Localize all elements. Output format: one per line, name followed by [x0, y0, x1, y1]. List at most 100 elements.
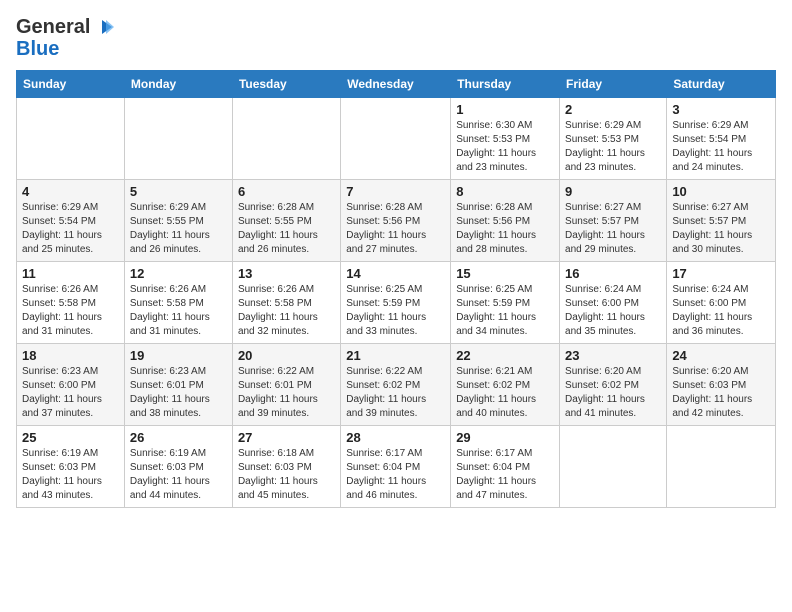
- cell-info: Sunrise: 6:24 AM Sunset: 6:00 PM Dayligh…: [565, 283, 661, 339]
- calendar-cell: 9Sunrise: 6:27 AM Sunset: 5:57 PM Daylig…: [560, 180, 667, 262]
- cell-info: Sunrise: 6:26 AM Sunset: 5:58 PM Dayligh…: [238, 283, 335, 339]
- cell-info: Sunrise: 6:17 AM Sunset: 6:04 PM Dayligh…: [346, 447, 445, 503]
- calendar-cell: [17, 98, 125, 180]
- day-number: 28: [346, 430, 445, 445]
- cell-info: Sunrise: 6:25 AM Sunset: 5:59 PM Dayligh…: [456, 283, 554, 339]
- cell-info: Sunrise: 6:23 AM Sunset: 6:00 PM Dayligh…: [22, 365, 119, 421]
- day-number: 25: [22, 430, 119, 445]
- cell-info: Sunrise: 6:28 AM Sunset: 5:56 PM Dayligh…: [456, 201, 554, 257]
- calendar-cell: 6 Sunrise: 6:28 AM Sunset: 5:55 PM Daylig…: [232, 180, 340, 262]
- day-number: 10: [672, 184, 770, 199]
- calendar-cell: 1 Sunrise: 6:30 AM Sunset: 5:53 PM Daylig…: [451, 98, 560, 180]
- day-number: 5: [130, 184, 227, 199]
- logo-container: General Blue: [16, 16, 114, 60]
- calendar-cell: 18 Sunrise: 6:23 AM Sunset: 6:00 PM Dayli…: [17, 344, 125, 426]
- logo-bird-icon: [92, 16, 114, 38]
- cell-info: Sunrise: 6:24 AM Sunset: 6:00 PM Dayligh…: [672, 283, 770, 339]
- cell-info: Sunrise: 6:29 AM Sunset: 5:55 PM Dayligh…: [130, 201, 227, 257]
- day-number: 3: [672, 102, 770, 117]
- cell-info: Sunrise: 6:17 AM Sunset: 6:04 PM Dayligh…: [456, 447, 554, 503]
- col-header-saturday: Saturday: [667, 71, 776, 98]
- day-number: 8: [456, 184, 554, 199]
- calendar-cell: 22 Sunrise: 6:21 AM Sunset: 6:02 PM Dayli…: [451, 344, 560, 426]
- calendar-cell: 24Sunrise: 6:20 AM Sunset: 6:03 PM Dayli…: [667, 344, 776, 426]
- day-number: 2: [565, 102, 661, 117]
- calendar-cell: 11 Sunrise: 6:26 AM Sunset: 5:58 PM Dayli…: [17, 262, 125, 344]
- calendar-cell: 3 Sunrise: 6:29 AM Sunset: 5:54 PM Daylig…: [667, 98, 776, 180]
- day-number: 1: [456, 102, 554, 117]
- calendar-cell: 28 Sunrise: 6:17 AM Sunset: 6:04 PM Dayli…: [341, 426, 451, 508]
- calendar-cell: [560, 426, 667, 508]
- day-number: 19: [130, 348, 227, 363]
- week-row-3: 11 Sunrise: 6:26 AM Sunset: 5:58 PM Dayli…: [17, 262, 776, 344]
- day-number: 20: [238, 348, 335, 363]
- day-number: 4: [22, 184, 119, 199]
- col-header-tuesday: Tuesday: [232, 71, 340, 98]
- day-number: 21: [346, 348, 445, 363]
- day-number: 16: [565, 266, 661, 281]
- day-number: 7: [346, 184, 445, 199]
- day-number: 14: [346, 266, 445, 281]
- day-number: 18: [22, 348, 119, 363]
- cell-info: Sunrise: 6:22 AM Sunset: 6:01 PM Dayligh…: [238, 365, 335, 421]
- calendar-cell: 27 Sunrise: 6:18 AM Sunset: 6:03 PM Dayli…: [232, 426, 340, 508]
- cell-info: Sunrise: 6:27 AM Sunset: 5:57 PM Dayligh…: [672, 201, 770, 257]
- calendar-cell: 16 Sunrise: 6:24 AM Sunset: 6:00 PM Dayli…: [560, 262, 667, 344]
- calendar-cell: 26Sunrise: 6:19 AM Sunset: 6:03 PM Dayli…: [124, 426, 232, 508]
- week-row-5: 25 Sunrise: 6:19 AM Sunset: 6:03 PM Dayli…: [17, 426, 776, 508]
- logo-text-general: General: [16, 16, 90, 38]
- cell-info: Sunrise: 6:18 AM Sunset: 6:03 PM Dayligh…: [238, 447, 335, 503]
- week-row-2: 4 Sunrise: 6:29 AM Sunset: 5:54 PM Daylig…: [17, 180, 776, 262]
- logo: General Blue: [16, 16, 114, 60]
- day-number: 22: [456, 348, 554, 363]
- cell-info: Sunrise: 6:19 AM Sunset: 6:03 PM Dayligh…: [22, 447, 119, 503]
- calendar-body: 1 Sunrise: 6:30 AM Sunset: 5:53 PM Daylig…: [17, 98, 776, 508]
- day-number: 13: [238, 266, 335, 281]
- logo-text-blue: Blue: [16, 38, 59, 60]
- col-header-sunday: Sunday: [17, 71, 125, 98]
- calendar-cell: 14 Sunrise: 6:25 AM Sunset: 5:59 PM Dayli…: [341, 262, 451, 344]
- calendar-cell: 19 Sunrise: 6:23 AM Sunset: 6:01 PM Dayli…: [124, 344, 232, 426]
- calendar-cell: [341, 98, 451, 180]
- calendar-cell: 25 Sunrise: 6:19 AM Sunset: 6:03 PM Dayli…: [17, 426, 125, 508]
- calendar-cell: 12Sunrise: 6:26 AM Sunset: 5:58 PM Dayli…: [124, 262, 232, 344]
- cell-info: Sunrise: 6:30 AM Sunset: 5:53 PM Dayligh…: [456, 119, 554, 175]
- day-number: 17: [672, 266, 770, 281]
- calendar-cell: [232, 98, 340, 180]
- col-header-thursday: Thursday: [451, 71, 560, 98]
- day-number: 23: [565, 348, 661, 363]
- calendar-cell: 4 Sunrise: 6:29 AM Sunset: 5:54 PM Daylig…: [17, 180, 125, 262]
- day-number: 27: [238, 430, 335, 445]
- calendar-cell: 15 Sunrise: 6:25 AM Sunset: 5:59 PM Dayli…: [451, 262, 560, 344]
- cell-info: Sunrise: 6:29 AM Sunset: 5:54 PM Dayligh…: [672, 119, 770, 175]
- col-header-wednesday: Wednesday: [341, 71, 451, 98]
- week-row-4: 18 Sunrise: 6:23 AM Sunset: 6:00 PM Dayli…: [17, 344, 776, 426]
- cell-info: Sunrise: 6:28 AM Sunset: 5:55 PM Dayligh…: [238, 201, 335, 257]
- cell-info: Sunrise: 6:28 AM Sunset: 5:56 PM Dayligh…: [346, 201, 445, 257]
- header: General Blue: [16, 16, 776, 60]
- day-number: 11: [22, 266, 119, 281]
- cell-info: Sunrise: 6:29 AM Sunset: 5:54 PM Dayligh…: [22, 201, 119, 257]
- week-row-1: 1 Sunrise: 6:30 AM Sunset: 5:53 PM Daylig…: [17, 98, 776, 180]
- day-number: 15: [456, 266, 554, 281]
- calendar-cell: 29Sunrise: 6:17 AM Sunset: 6:04 PM Dayli…: [451, 426, 560, 508]
- calendar-table: SundayMondayTuesdayWednesdayThursdayFrid…: [16, 70, 776, 508]
- cell-info: Sunrise: 6:22 AM Sunset: 6:02 PM Dayligh…: [346, 365, 445, 421]
- col-header-friday: Friday: [560, 71, 667, 98]
- calendar-cell: 2Sunrise: 6:29 AM Sunset: 5:53 PM Daylig…: [560, 98, 667, 180]
- cell-info: Sunrise: 6:20 AM Sunset: 6:03 PM Dayligh…: [672, 365, 770, 421]
- calendar-cell: 21 Sunrise: 6:22 AM Sunset: 6:02 PM Dayli…: [341, 344, 451, 426]
- calendar-cell: 7 Sunrise: 6:28 AM Sunset: 5:56 PM Daylig…: [341, 180, 451, 262]
- cell-info: Sunrise: 6:21 AM Sunset: 6:02 PM Dayligh…: [456, 365, 554, 421]
- cell-info: Sunrise: 6:25 AM Sunset: 5:59 PM Dayligh…: [346, 283, 445, 339]
- calendar-cell: 20 Sunrise: 6:22 AM Sunset: 6:01 PM Dayli…: [232, 344, 340, 426]
- cell-info: Sunrise: 6:23 AM Sunset: 6:01 PM Dayligh…: [130, 365, 227, 421]
- calendar-cell: 8 Sunrise: 6:28 AM Sunset: 5:56 PM Daylig…: [451, 180, 560, 262]
- calendar-cell: 13 Sunrise: 6:26 AM Sunset: 5:58 PM Dayli…: [232, 262, 340, 344]
- cell-info: Sunrise: 6:19 AM Sunset: 6:03 PM Dayligh…: [130, 447, 227, 503]
- day-number: 9: [565, 184, 661, 199]
- day-number: 6: [238, 184, 335, 199]
- calendar-cell: 10 Sunrise: 6:27 AM Sunset: 5:57 PM Dayli…: [667, 180, 776, 262]
- cell-info: Sunrise: 6:26 AM Sunset: 5:58 PM Dayligh…: [22, 283, 119, 339]
- cell-info: Sunrise: 6:26 AM Sunset: 5:58 PM Dayligh…: [130, 283, 227, 339]
